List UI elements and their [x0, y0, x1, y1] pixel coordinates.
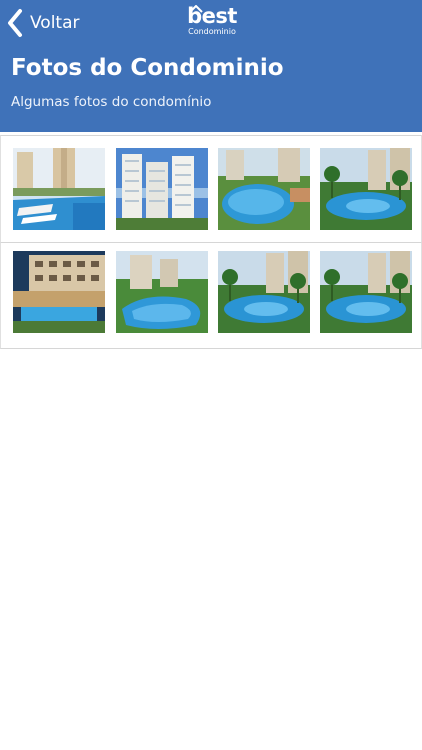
gallery-row-2 [0, 242, 422, 349]
photo-three-towers [116, 148, 208, 230]
photo-tower-pool [13, 148, 105, 230]
photo-lowrise-pool [13, 251, 105, 333]
photo-pool-curved [116, 251, 208, 333]
back-label: Voltar [30, 13, 80, 33]
photo-thumbnail[interactable] [218, 251, 310, 333]
photo-thumbnail[interactable] [116, 251, 208, 333]
photo-thumbnail[interactable] [13, 148, 105, 230]
photo-thumbnail[interactable] [13, 251, 105, 333]
photo-pool-palms [218, 251, 310, 333]
logo-sub-text: Condominio [188, 27, 236, 36]
photo-thumbnail[interactable] [320, 148, 412, 230]
photo-thumbnail[interactable] [320, 251, 412, 333]
roof-icon [189, 5, 203, 13]
chevron-left-icon [8, 9, 22, 37]
page-subtitle: Algumas fotos do condomínio [11, 94, 212, 110]
photo-pool-aerial [218, 148, 310, 230]
brand-logo: best Condominio [186, 5, 238, 39]
gallery-row-1 [0, 135, 422, 245]
back-button[interactable]: Voltar [6, 6, 80, 40]
page-title: Fotos do Condominio [11, 55, 284, 81]
photo-pool-palms [320, 251, 412, 333]
app-header: Voltar best Condominio Fotos do Condomin… [0, 0, 422, 132]
photo-pool-palms [320, 148, 412, 230]
photo-thumbnail[interactable] [116, 148, 208, 230]
photo-thumbnail[interactable] [218, 148, 310, 230]
